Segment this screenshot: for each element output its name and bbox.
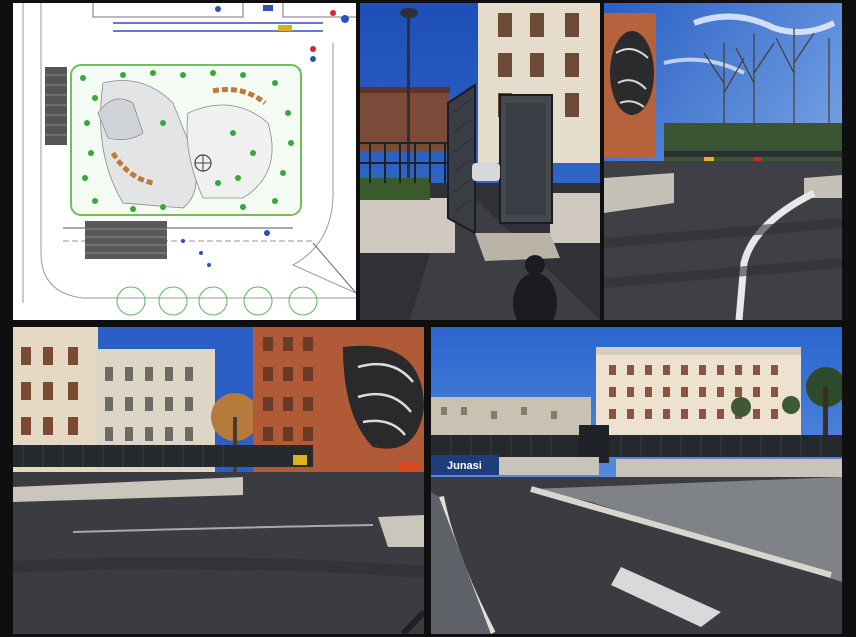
square-photo: [13, 327, 424, 634]
street-photo: Junasi: [431, 327, 842, 634]
gate-photo: [360, 3, 600, 320]
square-photo-panel: [13, 327, 424, 634]
mural-photo-panel: [604, 3, 842, 320]
gate-photo-panel: [360, 3, 600, 320]
mural-photo: [604, 3, 842, 320]
street-sign-text: Junasi: [447, 460, 482, 472]
street-photo-panel: Junasi: [431, 327, 842, 634]
site-plan-drawing: [13, 3, 356, 320]
site-plan-panel: [13, 3, 356, 320]
